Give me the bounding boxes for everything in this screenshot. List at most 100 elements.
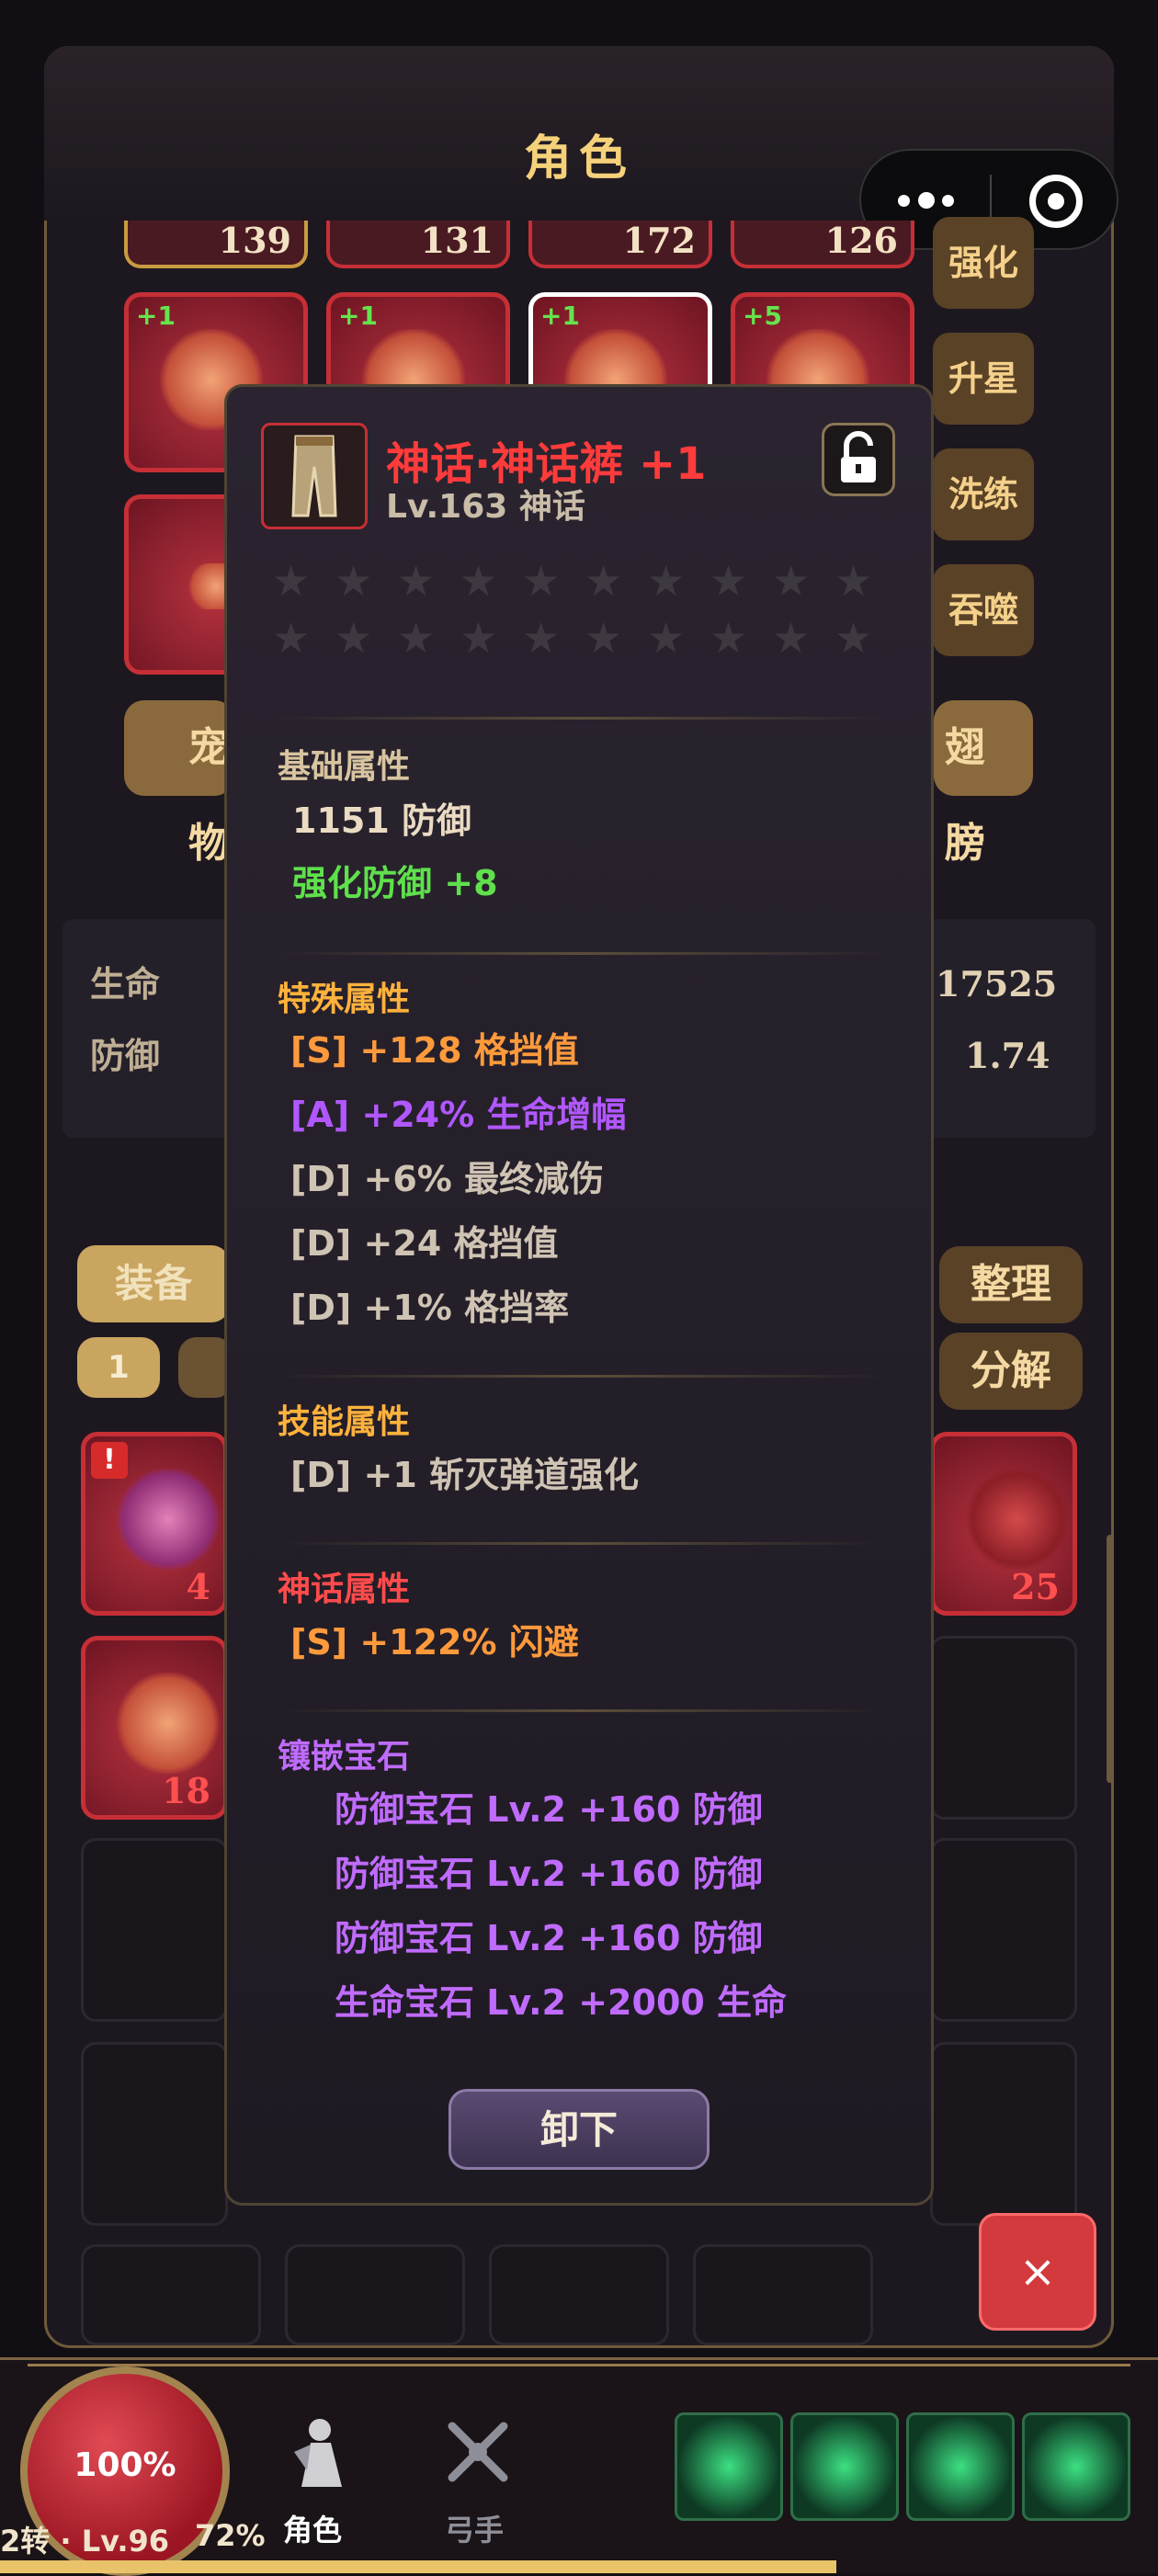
inventory-slot-empty[interactable]: [81, 1838, 228, 2022]
hud-ornament-line: [28, 2364, 1130, 2366]
tab-role[interactable]: 角色: [267, 2415, 368, 2553]
attr-text: +24 格挡值: [363, 1223, 559, 1264]
inventory-item[interactable]: 25: [930, 1432, 1077, 1616]
star-icon: ★: [272, 613, 311, 663]
equip-slot[interactable]: 139: [124, 220, 308, 268]
inventory-item[interactable]: ! 4: [81, 1432, 228, 1616]
item-level: 18: [162, 1770, 210, 1811]
tab-archer[interactable]: 弓手: [428, 2415, 529, 2553]
boots-icon: [113, 1673, 223, 1774]
star-icon: ★: [772, 613, 811, 663]
tab-wings[interactable]: 翅膀: [934, 700, 1033, 867]
def-value: 1.74: [965, 1035, 1050, 1076]
tab-wings-label: 翅膀: [945, 724, 985, 867]
inventory-slot-empty[interactable]: [693, 2244, 873, 2345]
page-number: 1: [108, 1349, 130, 1386]
star-icon: ★: [460, 556, 498, 606]
skill-attr-line: [D] +1 斩灭弹道强化: [290, 1455, 640, 1495]
enhance-level: +1: [540, 301, 580, 331]
gem-title: 镶嵌宝石: [278, 1738, 411, 1776]
star-icon: ★: [585, 613, 623, 663]
item-level: 25: [1011, 1566, 1060, 1607]
sort-button[interactable]: 整理: [939, 1246, 1083, 1323]
star-icon: ★: [647, 613, 686, 663]
star-icon: ★: [710, 556, 748, 606]
base-attr-title: 基础属性: [278, 748, 411, 786]
scrollbar[interactable]: [1107, 1535, 1114, 1783]
star-icon: ★: [834, 556, 873, 606]
decompose-button[interactable]: 分解: [939, 1333, 1083, 1410]
attr-tag: [D]: [290, 1159, 352, 1199]
star-icon: ★: [772, 556, 811, 606]
skill-slot[interactable]: [675, 2412, 783, 2521]
slot-level: 131: [420, 220, 494, 261]
skill-slot[interactable]: [1022, 2412, 1130, 2521]
item-level: 4: [186, 1566, 210, 1607]
crossed-swords-icon: [448, 2422, 508, 2482]
unequip-button[interactable]: 卸下: [448, 2089, 710, 2170]
divider: [276, 952, 886, 955]
enhance-level: +1: [338, 301, 378, 331]
item-icon: [261, 423, 368, 529]
tab-role-label: 角色: [283, 2513, 343, 2548]
star-icon: ★: [335, 613, 373, 663]
slot-level: 126: [824, 220, 898, 261]
star-icon: ★: [522, 613, 561, 663]
skill-slot[interactable]: [790, 2412, 899, 2521]
exp-percent: 72%: [195, 2518, 266, 2553]
inventory-slot-empty[interactable]: [81, 2244, 261, 2345]
slot-level: 172: [622, 220, 696, 261]
devour-button[interactable]: 吞噬: [933, 564, 1034, 656]
inventory-slot-empty[interactable]: [930, 2042, 1077, 2226]
player-level: 2转 · Lv.96: [0, 2524, 170, 2559]
slot-level: 139: [218, 220, 291, 261]
tab-pet[interactable]: 宠物: [124, 700, 234, 867]
inventory-slot-empty[interactable]: [930, 1838, 1077, 2022]
knight-icon: [294, 2419, 342, 2487]
skill-slot[interactable]: [906, 2412, 1015, 2521]
star-icon: ★: [460, 613, 498, 663]
decompose-label: 分解: [971, 1347, 1051, 1394]
special-attr-line: [D] +1% 格挡率: [290, 1279, 569, 1330]
equip-tab[interactable]: 装备: [77, 1245, 230, 1322]
star-icon: ★: [585, 556, 623, 606]
gem-line: 防御宝石 Lv.2 +160 防御: [335, 1918, 763, 1958]
inventory-slot-empty[interactable]: [81, 2042, 228, 2226]
inventory-slot-empty[interactable]: [930, 1636, 1077, 1820]
divider: [276, 1375, 886, 1378]
star-up-button[interactable]: 升星: [933, 333, 1034, 425]
pants-icon: [291, 435, 337, 517]
equip-slot[interactable]: 172: [528, 220, 712, 268]
inventory-slot-empty[interactable]: [489, 2244, 669, 2345]
star-rating: ★ ★ ★ ★ ★ ★ ★ ★ ★ ★ ★ ★ ★ ★ ★ ★ ★ ★ ★ ★: [272, 556, 897, 666]
close-button[interactable]: ×: [979, 2213, 1096, 2331]
divider: [276, 1709, 886, 1712]
inventory-item[interactable]: 18: [81, 1636, 228, 1820]
base-attr-line: 1151 防御: [292, 800, 471, 841]
hp-label: 生命: [90, 964, 161, 1004]
special-attr-line: [S] +128 格挡值: [290, 1022, 579, 1072]
refine-button[interactable]: 洗练: [933, 448, 1034, 540]
gauntlet-icon: [113, 1469, 223, 1570]
alert-badge: !: [91, 1442, 128, 1479]
special-attr-line: [A] +24% 生命增幅: [290, 1086, 626, 1137]
inventory-slot-empty[interactable]: [285, 2244, 465, 2345]
attr-text: +24% 生命增幅: [361, 1095, 627, 1135]
def-label: 防御: [90, 1036, 161, 1076]
equip-slot[interactable]: 131: [326, 220, 510, 268]
star-icon: ★: [335, 556, 373, 606]
equip-tab-label: 装备: [114, 1261, 192, 1306]
star-icon: ★: [834, 613, 873, 663]
attr-text: +6% 最终减伤: [363, 1159, 605, 1199]
special-attr-title: 特殊属性: [278, 981, 411, 1018]
star-icon: ★: [647, 556, 686, 606]
attr-tag: [A]: [290, 1095, 350, 1135]
star-icon: ★: [522, 556, 561, 606]
unlock-icon[interactable]: [822, 423, 895, 496]
close-miniprogram-icon[interactable]: [1029, 175, 1083, 228]
page-badge[interactable]: 1: [77, 1337, 160, 1398]
base-attr-line: 强化防御 +8: [292, 863, 498, 903]
equip-slot[interactable]: 126: [731, 220, 914, 268]
enhance-button[interactable]: 强化: [933, 217, 1034, 309]
skill-attr-title: 技能属性: [278, 1403, 411, 1441]
